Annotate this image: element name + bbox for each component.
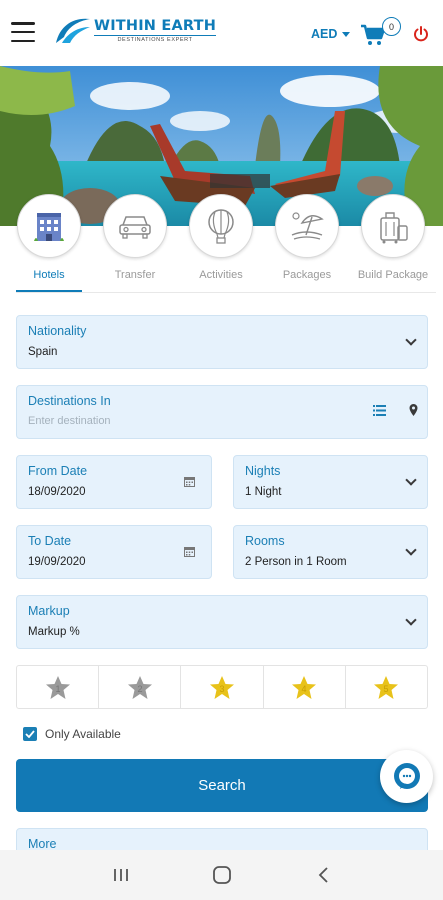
only-available-row: Only Available [23, 727, 121, 741]
star-icon: 1 [45, 675, 70, 699]
app-root: WITHIN EARTH DESTINATIONS EXPERT AED 0 H… [0, 0, 443, 900]
star-icon: 3 [210, 675, 234, 699]
top-header: WITHIN EARTH DESTINATIONS EXPERT AED 0 [0, 0, 443, 66]
more-label: More [28, 837, 57, 851]
power-icon[interactable] [413, 26, 429, 42]
back-button[interactable] [303, 860, 343, 890]
beach-umbrella-icon [291, 212, 324, 240]
tab-transfer-label: Transfer [114, 269, 156, 281]
tabs-divider [16, 292, 436, 293]
chevron-down-icon [405, 614, 417, 626]
hot-air-balloon-icon [208, 209, 234, 244]
nationality-value: Spain [28, 346, 58, 358]
currency-label: AED [311, 27, 338, 41]
rooms-label: Rooms [245, 534, 285, 548]
chevron-down-icon [405, 544, 417, 556]
nights-label: Nights [245, 464, 281, 478]
search-button[interactable]: Search [16, 759, 428, 812]
luggage-icon [380, 212, 408, 244]
tab-hotels-label: Hotels [33, 269, 65, 281]
only-available-label: Only Available [45, 727, 121, 741]
nights-value: 1 Night [245, 486, 282, 498]
destination-label: Destinations In [28, 394, 111, 408]
rooms-value: 2 Person in 1 Room [245, 556, 347, 568]
nationality-select[interactable]: Nationality Spain [16, 315, 428, 369]
cart-count-badge: 0 [382, 17, 401, 36]
tab-build-package-label: Build Package [357, 269, 429, 281]
hotel-icon [34, 213, 64, 241]
back-icon [318, 867, 328, 883]
from-date-field[interactable]: From Date 18/09/2020 [16, 455, 212, 509]
home-button[interactable] [202, 860, 242, 890]
active-tab-indicator [16, 290, 82, 292]
chevron-down-icon [405, 474, 417, 486]
tab-transfer[interactable]: Transfer [102, 194, 168, 281]
category-tabs: Hotels Transfer Activities Packages Buil… [0, 194, 443, 294]
checkmark-icon [25, 730, 35, 738]
menu-icon[interactable] [11, 22, 35, 42]
markup-label: Markup [28, 604, 70, 618]
star-option-2[interactable]: 2 [99, 666, 182, 708]
star-icon: 5 [374, 675, 399, 699]
nights-select[interactable]: Nights 1 Night [233, 455, 428, 509]
star-5-number: 5 [384, 684, 389, 694]
logo-tagline: DESTINATIONS EXPERT [94, 34, 217, 43]
markup-value: Markup % [28, 626, 80, 638]
calendar-icon [184, 477, 195, 487]
list-icon[interactable] [373, 405, 386, 416]
caret-down-icon [342, 31, 351, 37]
recent-apps-icon [113, 869, 128, 881]
destination-input[interactable]: Enter destination [28, 415, 111, 427]
tab-packages[interactable]: Packages [274, 194, 340, 281]
destination-field[interactable]: Destinations In Enter destination [16, 385, 428, 439]
nationality-label: Nationality [28, 324, 87, 338]
tab-packages-label: Packages [282, 269, 332, 281]
rooms-select[interactable]: Rooms 2 Person in 1 Room [233, 525, 428, 579]
star-option-3[interactable]: 3 [181, 666, 264, 708]
markup-select[interactable]: Markup Markup % [16, 595, 428, 649]
from-date-label: From Date [28, 464, 88, 478]
star-rating-filter: 1 2 3 4 5 [16, 665, 428, 709]
currency-selector[interactable]: AED [311, 27, 351, 41]
to-date-label: To Date [28, 534, 72, 548]
to-date-value: 19/09/2020 [28, 556, 86, 568]
logo[interactable]: WITHIN EARTH DESTINATIONS EXPERT [52, 13, 217, 47]
tab-build-package[interactable]: Build Package [357, 194, 429, 281]
home-icon [212, 866, 231, 884]
star-1-number: 1 [55, 684, 60, 694]
system-nav-bar [0, 850, 443, 900]
tab-hotels[interactable]: Hotels [16, 194, 82, 281]
tab-activities-label: Activities [199, 269, 243, 281]
star-4-number: 4 [302, 684, 307, 694]
star-option-1[interactable]: 1 [17, 666, 100, 708]
chevron-down-icon [405, 334, 417, 346]
star-3-number: 3 [219, 684, 224, 694]
star-icon: 4 [292, 675, 317, 699]
star-option-5[interactable]: 5 [346, 666, 427, 708]
to-date-field[interactable]: To Date 19/09/2020 [16, 525, 212, 579]
star-icon: 2 [127, 675, 152, 699]
from-date-value: 18/09/2020 [28, 486, 86, 498]
chat-button[interactable] [380, 750, 433, 803]
star-option-4[interactable]: 4 [264, 666, 346, 708]
logo-title: WITHIN EARTH [94, 17, 217, 34]
only-available-checkbox[interactable] [23, 727, 37, 741]
star-2-number: 2 [137, 684, 142, 694]
map-pin-icon[interactable] [409, 404, 418, 416]
logo-swoosh-icon [56, 18, 90, 43]
recent-apps-button[interactable] [101, 860, 141, 890]
car-icon [119, 216, 151, 239]
chat-bubble-icon [393, 762, 420, 789]
tab-activities[interactable]: Activities [188, 194, 254, 281]
calendar-icon [184, 547, 195, 557]
